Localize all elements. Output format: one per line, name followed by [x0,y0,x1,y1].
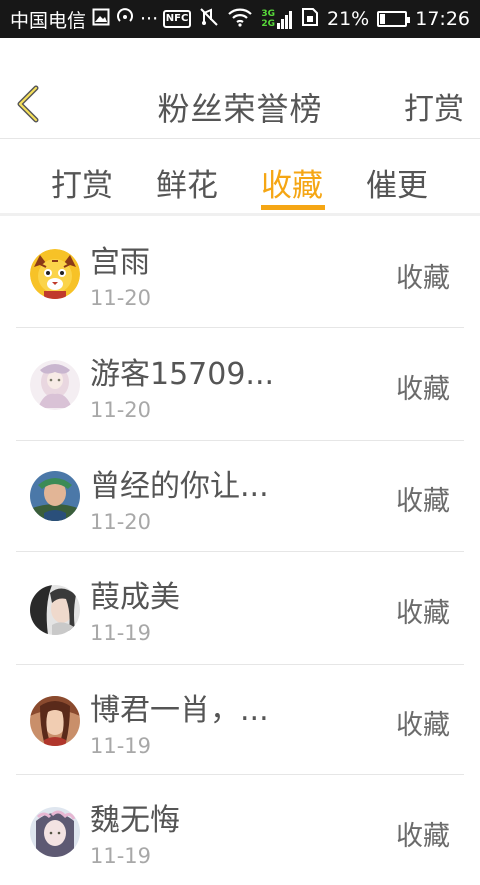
fan-list: 宫雨 11-20 收藏 游客15709... 11-20 收藏 曾经的你让...… [0,219,480,885]
user-name: 葭成美 [90,580,180,615]
tab-reward[interactable]: 打赏 [51,160,113,205]
list-item[interactable]: 魏无悔 11-19 收藏 [0,775,480,885]
list-item[interactable]: 博君一肖，... 11-19 收藏 [0,665,480,775]
page-header: 粉丝荣誉榜 打赏 [0,38,480,139]
nfc-icon: NFC [162,10,192,28]
favorite-label: 收藏 [396,263,450,294]
user-name: 宫雨 [90,245,150,280]
carrier-label: 中国电信 [10,9,87,32]
favorite-label: 收藏 [396,374,450,405]
tab-flowers[interactable]: 鲜花 [156,160,218,205]
avatar [30,360,80,410]
wifi-icon [227,7,253,32]
date: 11-20 [90,286,152,310]
favorite-label: 收藏 [396,821,450,852]
date: 11-19 [90,844,152,868]
more-notifications-icon: ··· [140,8,159,30]
user-name: 博君一肖，... [90,693,269,728]
date: 11-19 [90,621,152,645]
list-item[interactable]: 游客15709... 11-20 收藏 [0,328,480,441]
user-name: 曾经的你让... [90,469,269,504]
sim-icon [301,7,319,32]
list-item[interactable]: 葭成美 11-19 收藏 [0,552,480,665]
list-item[interactable]: 宫雨 11-20 收藏 [0,219,480,328]
battery-percent: 21% [327,8,370,30]
avatar [30,249,80,299]
list-item[interactable]: 曾经的你让... 11-20 收藏 [0,441,480,552]
avatar [30,471,80,521]
hotspot-icon [116,7,134,31]
tab-favorites[interactable]: 收藏 [261,160,323,205]
image-icon [92,8,110,31]
reward-button[interactable]: 打赏 [404,84,464,128]
date: 11-20 [90,510,152,534]
user-name: 游客15709... [90,357,275,392]
status-bar: 中国电信 ··· NFC 3G 2G 21% 17:26 [0,0,480,38]
avatar [30,807,80,857]
favorite-label: 收藏 [396,710,450,741]
favorite-label: 收藏 [396,598,450,629]
tab-urge-update[interactable]: 催更 [366,160,428,205]
user-name: 魏无悔 [90,803,180,838]
mute-icon [199,7,219,32]
signal-icon: 3G 2G [261,9,293,29]
active-tab-indicator [261,205,325,210]
tab-bar: 打赏 鲜花 收藏 催更 [0,140,480,216]
battery-icon [377,11,411,27]
date: 11-20 [90,398,152,422]
avatar [30,696,80,746]
favorite-label: 收藏 [396,486,450,517]
date: 11-19 [90,734,152,758]
avatar [30,585,80,635]
clock: 17:26 [415,8,470,30]
